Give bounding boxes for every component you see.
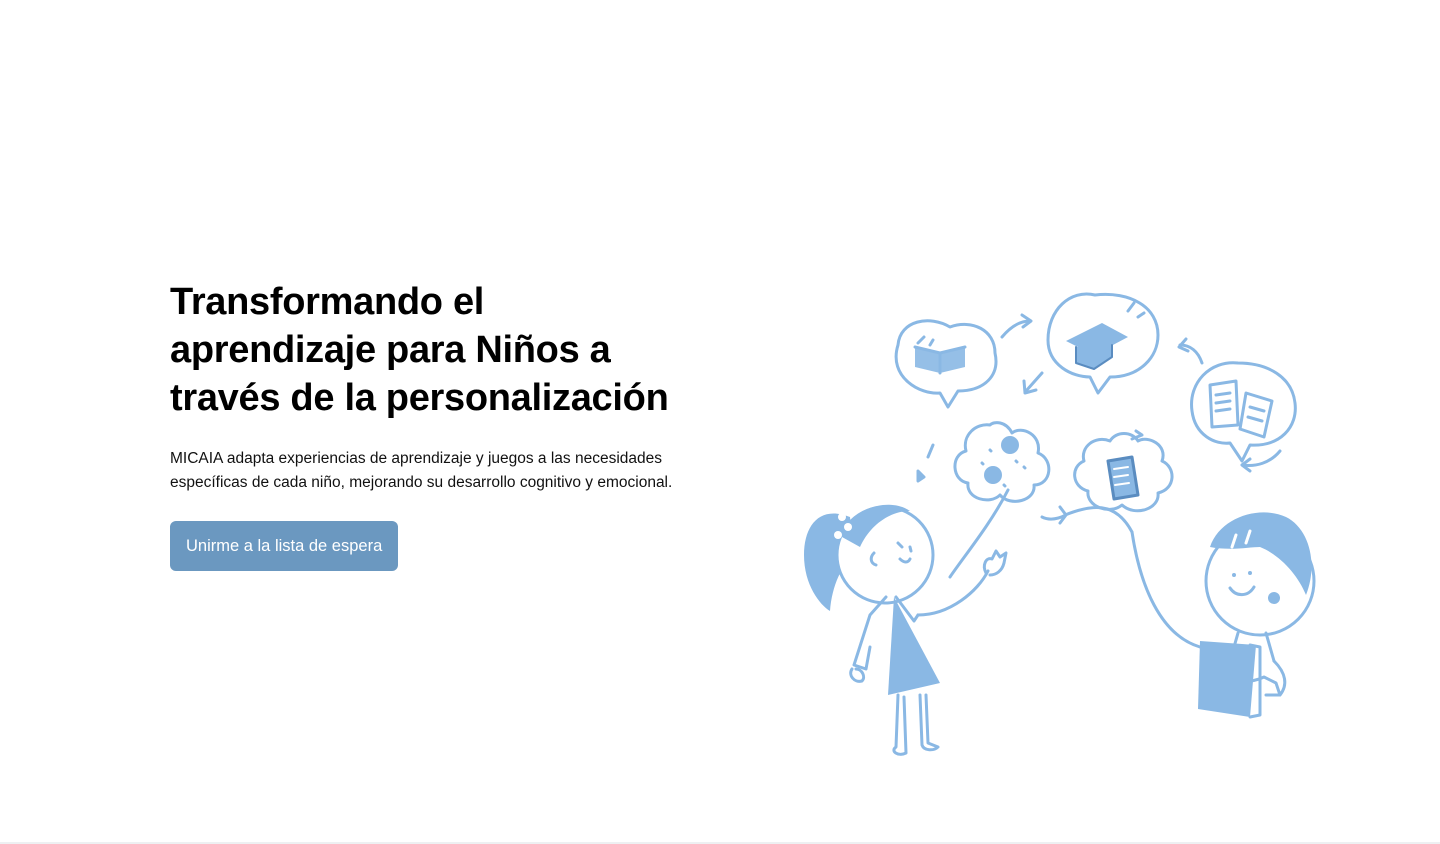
boy-icon — [1130, 512, 1316, 719]
learning-illustration — [804, 292, 1316, 756]
hero-section: Transformando el aprendizaje para Niños … — [170, 278, 730, 571]
join-waitlist-button[interactable]: Unirme a la lista de espera — [170, 521, 399, 571]
exclamation-icon — [916, 443, 935, 483]
document-cloud-icon — [1040, 429, 1174, 534]
hero-title: Transformando el aprendizaje para Niños … — [170, 278, 730, 422]
graduation-cap-bubble-icon — [1046, 292, 1160, 395]
hero-subtitle-line-2: específicas de cada niño, mejorando su d… — [170, 474, 673, 491]
hero-subtitle-line-1: MICAIA adapta experiencias de aprendizaj… — [170, 450, 663, 467]
open-book-bubble-icon — [894, 319, 998, 409]
hero-subtitle: MICAIA adapta experiencias de aprendizaj… — [170, 447, 710, 495]
arrow-icon — [1000, 313, 1282, 473]
landing-page: Transformando el aprendizaje para Niños … — [0, 0, 1440, 844]
hero-title-line-3: través de la personalización — [170, 377, 669, 419]
hero-title-line-2: aprendizaje para Niños a — [170, 329, 611, 371]
hero-title-line-1: Transformando el — [170, 281, 485, 323]
books-bubble-icon — [1190, 361, 1297, 463]
